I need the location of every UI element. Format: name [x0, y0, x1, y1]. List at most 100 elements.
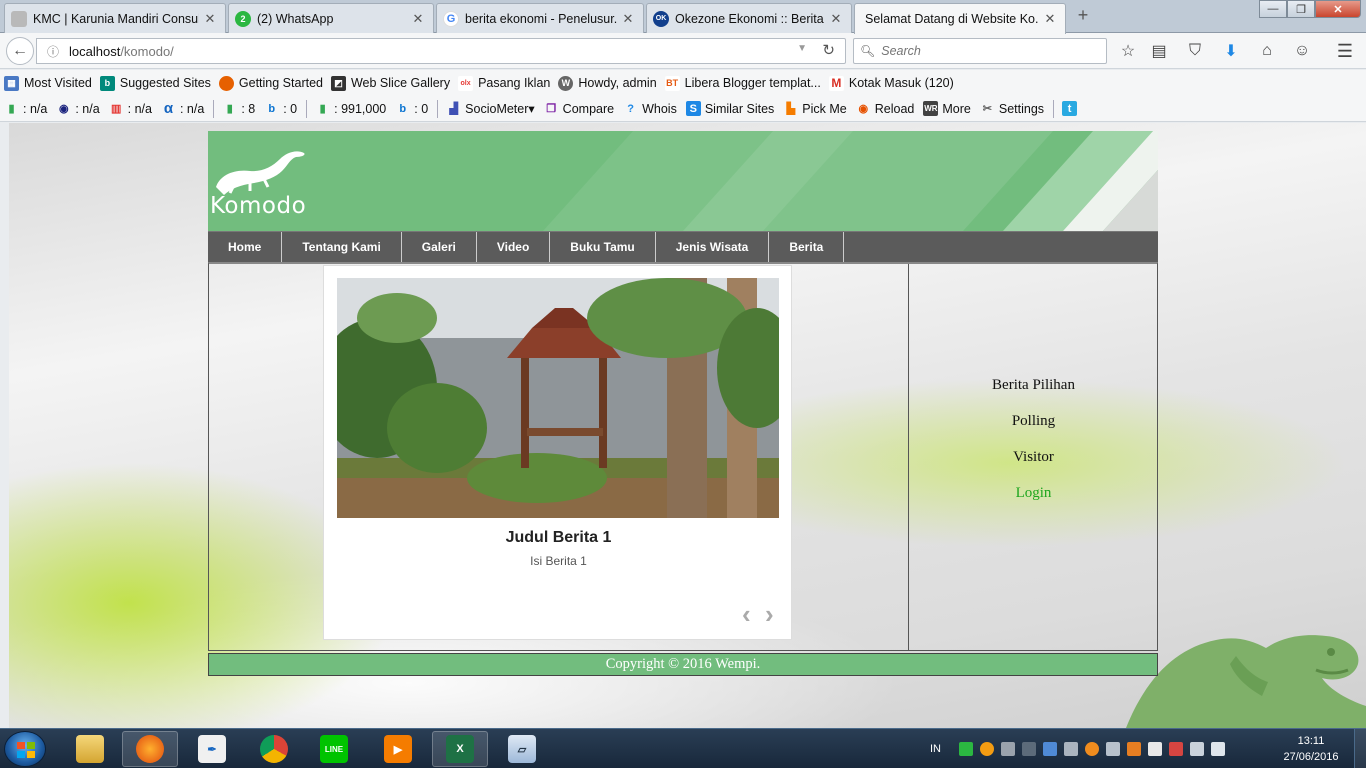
seo-google-index[interactable]: ▮: 8	[222, 101, 255, 116]
menu-berita[interactable]: Berita	[769, 232, 845, 262]
gauge-tray-icon[interactable]	[1064, 742, 1078, 756]
bookmark-getting-started[interactable]: Getting Started	[218, 75, 323, 91]
taskbar-media-player[interactable]: ▶	[370, 731, 426, 767]
feather-icon: ✒	[198, 735, 226, 763]
chevron-left-icon[interactable]: ‹	[742, 601, 751, 627]
bluetooth-icon[interactable]	[1022, 742, 1036, 756]
pocket-icon[interactable]: ⛉	[1184, 40, 1206, 62]
menu-icon[interactable]: ☰	[1334, 40, 1356, 62]
bookmark-howdy-admin[interactable]: W Howdy, admin	[558, 75, 657, 91]
download-icon[interactable]: ⬇	[1220, 40, 1242, 62]
reading-list-icon[interactable]: ▤	[1148, 40, 1170, 62]
login-link[interactable]: Login	[909, 485, 1158, 502]
tab-komodo[interactable]: Selamat Datang di Website Ko... ✕	[854, 3, 1066, 34]
bookmark-kotak-masuk[interactable]: M Kotak Masuk (120)	[828, 75, 954, 91]
close-icon[interactable]: ✕	[1043, 11, 1057, 27]
taskbar-inkscape[interactable]: ✒	[184, 731, 240, 767]
tab-okezone[interactable]: OK Okezone Ekonomi :: Berita ... ✕	[646, 3, 852, 33]
taskbar-chrome[interactable]	[246, 731, 302, 767]
seo-reload[interactable]: ◉ Reload	[856, 101, 914, 116]
seo-twitter[interactable]: t	[1062, 101, 1081, 116]
toolbar-separator	[1053, 99, 1055, 118]
seo-stats[interactable]: ▥: n/a	[109, 101, 152, 116]
chevron-right-icon[interactable]: ›	[765, 601, 774, 627]
show-desktop-button[interactable]	[1354, 729, 1366, 768]
bookmark-web-slice-gallery[interactable]: ◩ Web Slice Gallery	[330, 75, 450, 91]
taskbar-notepad[interactable]: ▱	[494, 731, 550, 767]
language-indicator[interactable]: IN	[930, 743, 941, 755]
menu-video[interactable]: Video	[477, 232, 551, 262]
system-tray: IN	[930, 729, 1232, 768]
menu-home[interactable]: Home	[208, 232, 283, 262]
search-input[interactable]	[881, 44, 1082, 58]
tab-kmc[interactable]: KMC | Karunia Mandiri Consult... ✕	[4, 3, 226, 33]
info-icon[interactable]: ⓘ	[43, 43, 63, 60]
update-tray-icon[interactable]	[980, 742, 994, 756]
website-container: Komodo Home Tentang Kami Galeri Video Bu…	[208, 131, 1158, 676]
bookmark-label: Howdy, admin	[578, 76, 657, 90]
webslice-icon: ◩	[330, 75, 346, 91]
menu-galeri[interactable]: Galeri	[402, 232, 477, 262]
toolbar-separator	[213, 99, 215, 118]
seo-google-backlinks[interactable]: ▮: 991,000	[315, 101, 387, 116]
monitor-tray-icon[interactable]	[1106, 742, 1120, 756]
taskbar-line[interactable]: LINE	[306, 731, 362, 767]
close-icon[interactable]: ✕	[621, 11, 635, 27]
seo-bing-backlinks[interactable]: b: 0	[395, 101, 428, 116]
seo-settings[interactable]: ✂ Settings	[980, 101, 1044, 116]
bookmark-libera-blogger[interactable]: BT Libera Blogger templat...	[664, 75, 821, 91]
bookmark-most-visited[interactable]: ▦ Most Visited	[4, 75, 92, 91]
clock[interactable]: 13:11 27/06/2016	[1276, 733, 1346, 765]
url-bar[interactable]: ⓘ localhost/komodo/ ▼ ↻	[36, 38, 846, 64]
bookmark-suggested-sites[interactable]: b Suggested Sites	[99, 75, 211, 91]
taskbar-explorer[interactable]	[62, 731, 118, 767]
seo-dmoz[interactable]: ◉: n/a	[56, 101, 100, 116]
seo-google-pagerank[interactable]: ▮: n/a	[4, 101, 47, 116]
network-icon[interactable]	[1190, 742, 1204, 756]
seo-whois[interactable]: ? Whois	[623, 101, 677, 116]
start-button[interactable]	[4, 731, 46, 767]
maximize-icon[interactable]: ❐	[1287, 0, 1315, 18]
tab-google[interactable]: G berita ekonomi - Penelusur... ✕	[436, 3, 644, 33]
menu-jenis-wisata[interactable]: Jenis Wisata	[656, 232, 770, 262]
seo-compare[interactable]: ❐ Compare	[544, 101, 614, 116]
close-icon[interactable]: ✕	[829, 11, 843, 27]
network-adapter-icon[interactable]	[1043, 742, 1057, 756]
bookmark-pasang-iklan[interactable]: olx Pasang Iklan	[458, 75, 550, 91]
menu-tentang-kami[interactable]: Tentang Kami	[282, 232, 402, 262]
search-bar[interactable]: 🔍︎	[853, 38, 1107, 64]
hello-icon[interactable]: ☺	[1291, 40, 1313, 62]
seo-more[interactable]: WR More	[923, 101, 971, 116]
bookmark-star-icon[interactable]: ☆	[1117, 40, 1139, 62]
home-icon[interactable]: ⌂	[1256, 40, 1278, 62]
reload-icon[interactable]: ↻	[822, 41, 835, 59]
bookmark-label: Kotak Masuk (120)	[848, 76, 954, 90]
window-close-icon[interactable]: ✕	[1315, 0, 1361, 18]
seo-pick-me[interactable]: ▙ Pick Me	[783, 101, 847, 116]
taskbar-excel[interactable]: X	[432, 731, 488, 767]
dmoz-icon: ◉	[59, 103, 69, 115]
minimize-icon[interactable]: —	[1259, 0, 1287, 18]
menu-buku-tamu[interactable]: Buku Tamu	[550, 232, 656, 262]
close-icon[interactable]: ✕	[203, 11, 217, 27]
close-icon[interactable]: ✕	[411, 11, 425, 27]
seo-bing-index[interactable]: b: 0	[264, 101, 297, 116]
chat-tray-icon[interactable]	[959, 742, 973, 756]
avast-icon[interactable]	[1085, 742, 1099, 756]
folder-tray-icon[interactable]	[1127, 742, 1141, 756]
dropdown-icon[interactable]: ▼	[797, 43, 807, 54]
toolbar-separator	[437, 99, 439, 118]
back-arrow-icon[interactable]: ←	[6, 37, 34, 65]
seo-alexa[interactable]: α: n/a	[161, 100, 204, 117]
seo-similar-sites[interactable]: S Similar Sites	[685, 101, 774, 116]
device-tray-icon[interactable]	[1001, 742, 1015, 756]
clipboard-tray-icon[interactable]	[1148, 742, 1162, 756]
new-tab-icon[interactable]: +	[1074, 6, 1092, 24]
firefox-icon	[136, 735, 164, 763]
taskbar-firefox[interactable]	[122, 731, 178, 767]
seo-sociometer[interactable]: ▟ SocioMeter▾	[446, 101, 534, 116]
reload-icon: ◉	[858, 103, 869, 115]
tab-whatsapp[interactable]: 2 (2) WhatsApp ✕	[228, 3, 434, 33]
volume-icon[interactable]	[1211, 742, 1225, 756]
action-center-icon[interactable]	[1169, 742, 1183, 756]
